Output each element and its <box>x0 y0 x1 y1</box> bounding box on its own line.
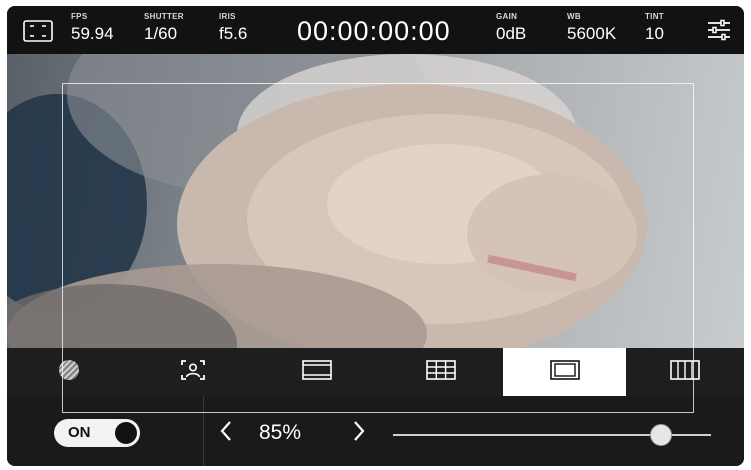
settings-sliders-icon[interactable] <box>707 19 731 41</box>
frame-guides-icon <box>302 359 332 385</box>
iris-value: f5.6 <box>219 24 248 43</box>
tab-frame-guides[interactable] <box>255 348 379 396</box>
toggle-label: ON <box>68 424 91 441</box>
monitoring-tools-tabs <box>7 348 744 396</box>
safe-area-icon <box>549 359 580 385</box>
fps-label: FPS <box>71 12 88 21</box>
toggle-knob <box>115 422 137 444</box>
iris-label: IRIS <box>219 12 236 21</box>
safe-area-percentage: 85% <box>259 421 302 444</box>
zebra-icon <box>58 359 80 386</box>
percentage-slider-handle[interactable] <box>650 424 672 446</box>
fps-value: 59.94 <box>71 24 114 43</box>
safe-area-toggle[interactable]: ON <box>54 419 140 447</box>
gain-label: GAIN <box>496 12 518 21</box>
gain-control[interactable]: GAIN 0dB <box>496 12 526 44</box>
timecode[interactable]: 00:00:00:00 <box>297 14 451 48</box>
wb-label: WB <box>567 12 581 21</box>
grid-icon <box>426 359 456 385</box>
shutter-label: SHUTTER <box>144 12 184 21</box>
increase-button[interactable] <box>346 418 372 448</box>
tab-zebra[interactable] <box>7 348 131 396</box>
tint-control[interactable]: TINT 10 <box>645 12 664 44</box>
tool-settings-bar: ON 85% <box>7 396 744 466</box>
shutter-value: 1/60 <box>144 24 178 43</box>
decrease-button[interactable] <box>213 418 239 448</box>
tab-false-color[interactable] <box>626 348 744 396</box>
fullscreen-frame-icon[interactable] <box>23 20 53 42</box>
wb-value: 5600K <box>567 24 617 43</box>
camera-monitor-screen: FPS 59.94 SHUTTER 1/60 IRIS f5.6 00:00:0… <box>7 6 744 466</box>
status-bar: FPS 59.94 SHUTTER 1/60 IRIS f5.6 00:00:0… <box>7 6 744 54</box>
chevron-right-icon <box>352 420 366 447</box>
chevron-left-icon <box>219 420 233 447</box>
fps-control[interactable]: FPS 59.94 <box>71 12 114 44</box>
tab-safe-area[interactable] <box>503 348 626 396</box>
shutter-control[interactable]: SHUTTER 1/60 <box>144 12 184 44</box>
white-balance-control[interactable]: WB 5600K <box>567 12 616 44</box>
false-color-icon <box>670 359 700 385</box>
live-video-feed <box>7 54 744 348</box>
tab-grids[interactable] <box>379 348 503 396</box>
focus-assist-icon <box>180 359 206 386</box>
tint-label: TINT <box>645 12 664 21</box>
toggle-cell: ON <box>7 396 204 466</box>
tint-value: 10 <box>645 24 664 43</box>
tab-focus-assist[interactable] <box>131 348 255 396</box>
iris-control[interactable]: IRIS f5.6 <box>219 12 247 44</box>
gain-value: 0dB <box>496 24 527 43</box>
